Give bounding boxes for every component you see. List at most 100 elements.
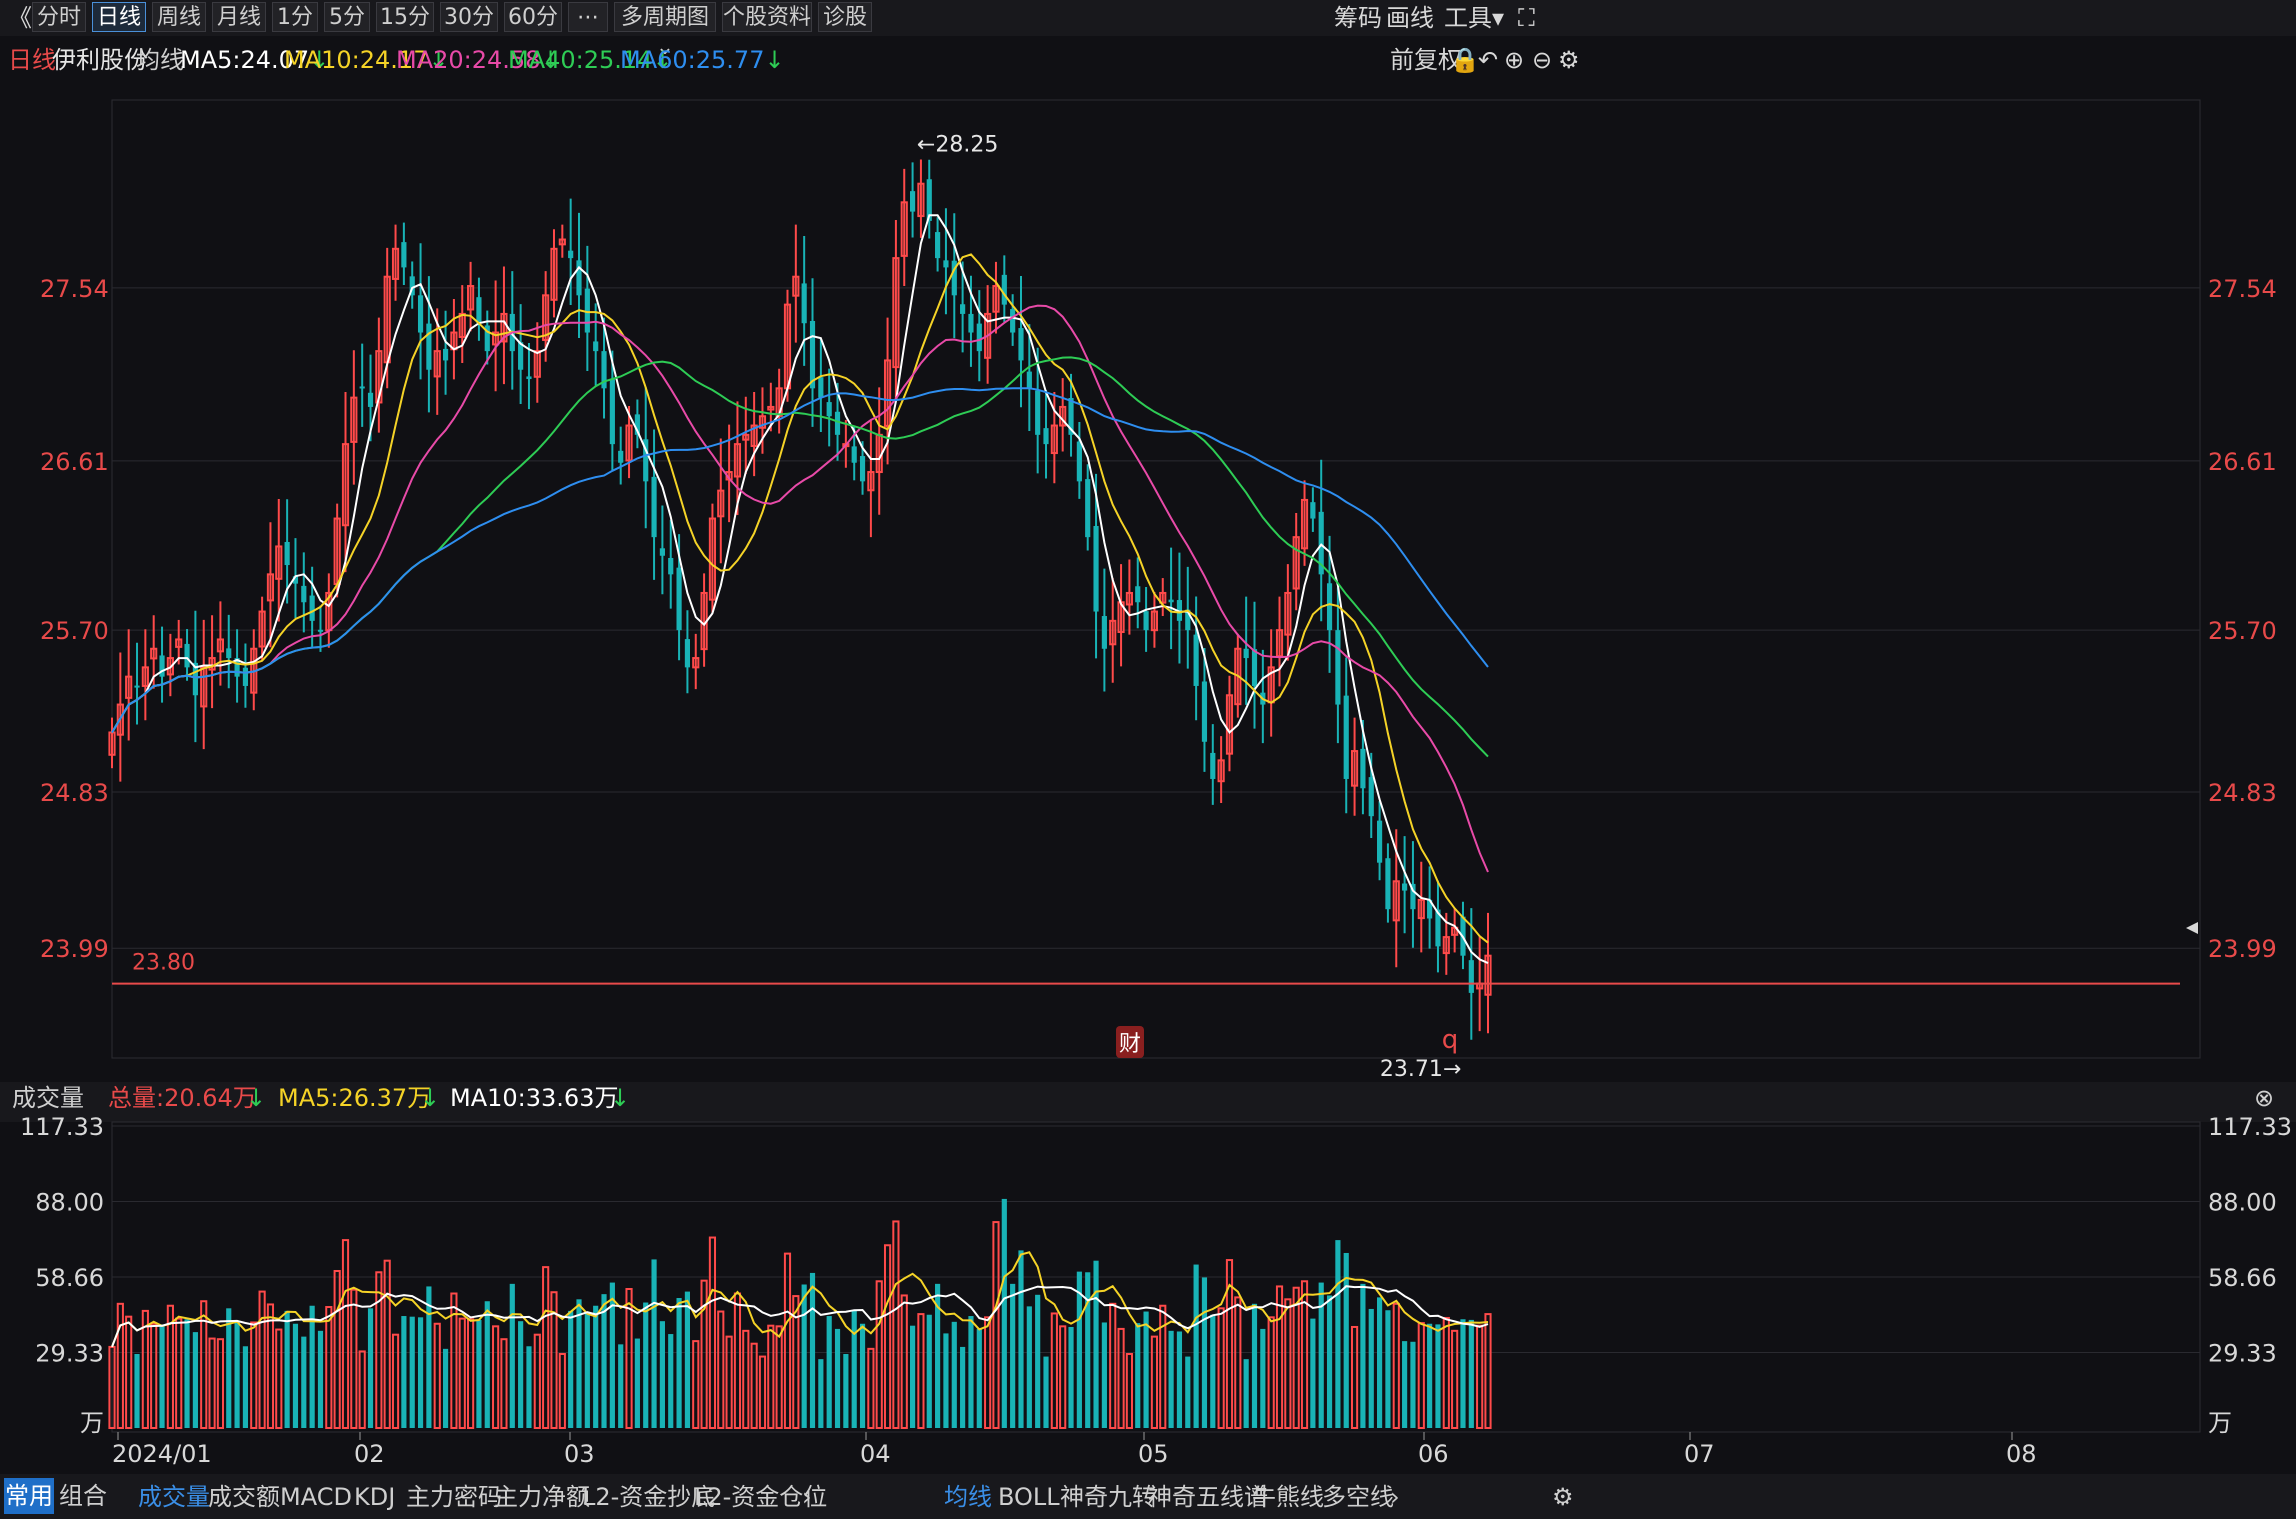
volume-bar — [984, 1316, 992, 1429]
indicator-macd[interactable]: MACD — [280, 1482, 352, 1512]
volume-bar — [159, 1324, 165, 1428]
volume-bar — [1135, 1323, 1141, 1428]
volume-bar — [1243, 1359, 1249, 1428]
candle-body — [584, 288, 590, 333]
candlestick-chart[interactable]: 27.54 27.54 26.61 26.61 25.70 25.70 24.83 24.83… — [0, 0, 2296, 1519]
volume-bar — [1442, 1316, 1450, 1430]
volume-bar — [309, 1305, 315, 1428]
y-tick-label-left: 24.83 — [40, 779, 109, 807]
candle-body — [442, 348, 449, 361]
volume-bar — [1360, 1283, 1366, 1428]
volume-bar — [442, 1348, 449, 1428]
volume-bar — [341, 1239, 350, 1430]
candle-body — [976, 323, 982, 352]
indicator-main-code[interactable]: 主力密码 — [406, 1482, 502, 1512]
volume-bar — [1150, 1335, 1159, 1429]
y-tick-label-right: 25.70 — [2208, 617, 2277, 645]
volume-bar — [1385, 1310, 1391, 1428]
volume-bar — [467, 1318, 475, 1430]
x-tick-label: 03 — [564, 1440, 595, 1468]
chevron-right-icon[interactable]: › — [1390, 1482, 1400, 1512]
volume-bar — [708, 1236, 717, 1429]
volume-bar — [333, 1269, 341, 1430]
indicator-main-net[interactable]: 主力净额 — [494, 1482, 590, 1512]
overlay-long-short[interactable]: 多空线 — [1322, 1482, 1394, 1512]
volume-tick-label-left: 117.33 — [20, 1113, 104, 1141]
x-tick-label: 2024/01 — [112, 1440, 212, 1468]
overlay-nine-turns[interactable]: 神奇九转 — [1060, 1482, 1156, 1512]
x-tick-label: 06 — [1418, 1440, 1449, 1468]
overlay-ma[interactable]: 均线 — [944, 1482, 992, 1512]
volume-bar — [742, 1329, 750, 1429]
volume-bar — [826, 1316, 832, 1428]
volume-ma5: MA5:26.37万 — [278, 1084, 431, 1112]
volume-label: 成交量 — [12, 1084, 84, 1112]
candle-body — [518, 342, 524, 370]
chevron-right-icon[interactable]: › — [802, 1482, 812, 1512]
volume-bar — [1284, 1298, 1292, 1430]
volume-bar — [1010, 1283, 1016, 1428]
volume-tick-label-right: 117.33 — [2208, 1113, 2292, 1141]
overlay-boll[interactable]: BOLL — [998, 1482, 1060, 1512]
candle-body — [809, 320, 816, 389]
indicator-volume[interactable]: 成交量 — [138, 1482, 210, 1512]
candle-body — [301, 585, 307, 603]
candle-body — [618, 450, 624, 463]
volume-bar — [568, 1310, 574, 1428]
y-tick-label-right: 27.54 — [2208, 275, 2277, 303]
volume-bar — [1377, 1297, 1383, 1428]
volume-bar — [818, 1359, 824, 1428]
candle-body — [943, 260, 949, 268]
volume-bar — [651, 1259, 657, 1428]
settings-icon[interactable]: ⚙ — [1552, 1482, 1574, 1512]
volume-bar — [1109, 1302, 1117, 1429]
volume-bar — [484, 1301, 490, 1428]
candle-body — [960, 304, 966, 314]
volume-bar — [275, 1328, 283, 1429]
candle-body — [668, 557, 674, 575]
volume-bar — [1402, 1341, 1408, 1428]
volume-bar — [1117, 1327, 1125, 1430]
volume-bar — [968, 1316, 974, 1428]
candle-body — [593, 341, 599, 352]
tab-common[interactable]: 常用 — [4, 1478, 54, 1514]
volume-bar — [476, 1319, 482, 1428]
volume-bar — [1059, 1325, 1067, 1429]
close-icon: ⊗ — [2254, 1084, 2274, 1112]
volume-bar — [1050, 1312, 1058, 1430]
volume-bar — [426, 1286, 432, 1428]
candle-body — [284, 541, 290, 566]
event-q-label: q — [1442, 1025, 1459, 1055]
candle-body — [317, 629, 324, 632]
volume-bar — [383, 1259, 391, 1429]
volume-bar — [767, 1324, 775, 1430]
tab-combo[interactable]: 组合 — [58, 1478, 108, 1514]
volume-bar — [1201, 1277, 1208, 1428]
volume-bar — [518, 1321, 524, 1428]
volume-bar — [1234, 1296, 1242, 1429]
indicator-tab-bar: 常用 组合 成交量 成交额 MACD KDJ 主力密码 主力净额 L2-资金抄底… — [0, 1474, 2296, 1519]
volume-bar — [317, 1330, 324, 1428]
volume-bar — [1451, 1329, 1459, 1429]
volume-bar — [1468, 1319, 1474, 1428]
high-marker: ←28.25 — [917, 133, 998, 158]
volume-bar — [1026, 1306, 1032, 1428]
volume-tick-label-right: 88.00 — [2208, 1188, 2277, 1216]
volume-bar — [634, 1338, 640, 1428]
volume-bar — [900, 1294, 908, 1429]
volume-bar — [1460, 1319, 1466, 1428]
candle-body — [676, 567, 682, 631]
volume-bar — [576, 1299, 582, 1428]
volume-bar — [358, 1350, 366, 1430]
volume-bar — [325, 1306, 333, 1430]
y-tick-label-right: 26.61 — [2208, 448, 2277, 476]
support-label: 23.80 — [132, 951, 195, 976]
volume-bar — [1260, 1328, 1266, 1428]
overlay-five-lines[interactable]: 神奇五线谱 — [1148, 1482, 1268, 1512]
volume-bar — [266, 1303, 275, 1430]
volume-bar — [292, 1323, 299, 1428]
overlay-bull-bear[interactable]: 牛熊线 — [1252, 1482, 1324, 1512]
volume-bar — [643, 1302, 649, 1428]
indicator-amount[interactable]: 成交额 — [208, 1482, 280, 1512]
indicator-kdj[interactable]: KDJ — [354, 1482, 395, 1512]
